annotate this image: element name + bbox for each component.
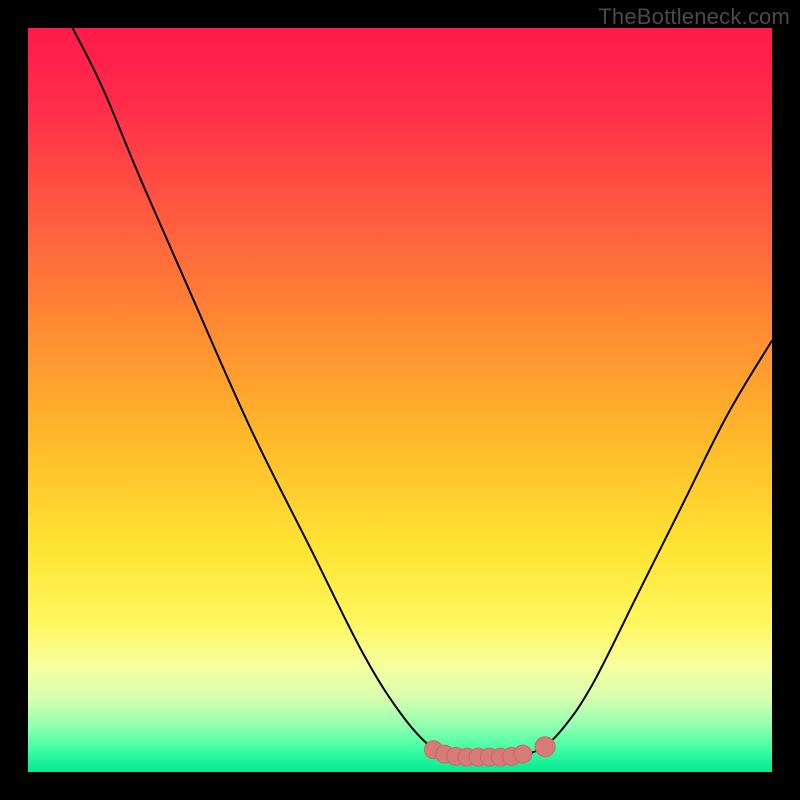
optimum-marker [535, 737, 555, 757]
chart-svg [28, 28, 772, 772]
chart-frame: TheBottleneck.com [0, 0, 800, 800]
watermark-text: TheBottleneck.com [598, 4, 790, 30]
gradient-background [28, 28, 772, 772]
plot-area [28, 28, 772, 772]
optimum-marker [514, 745, 532, 763]
